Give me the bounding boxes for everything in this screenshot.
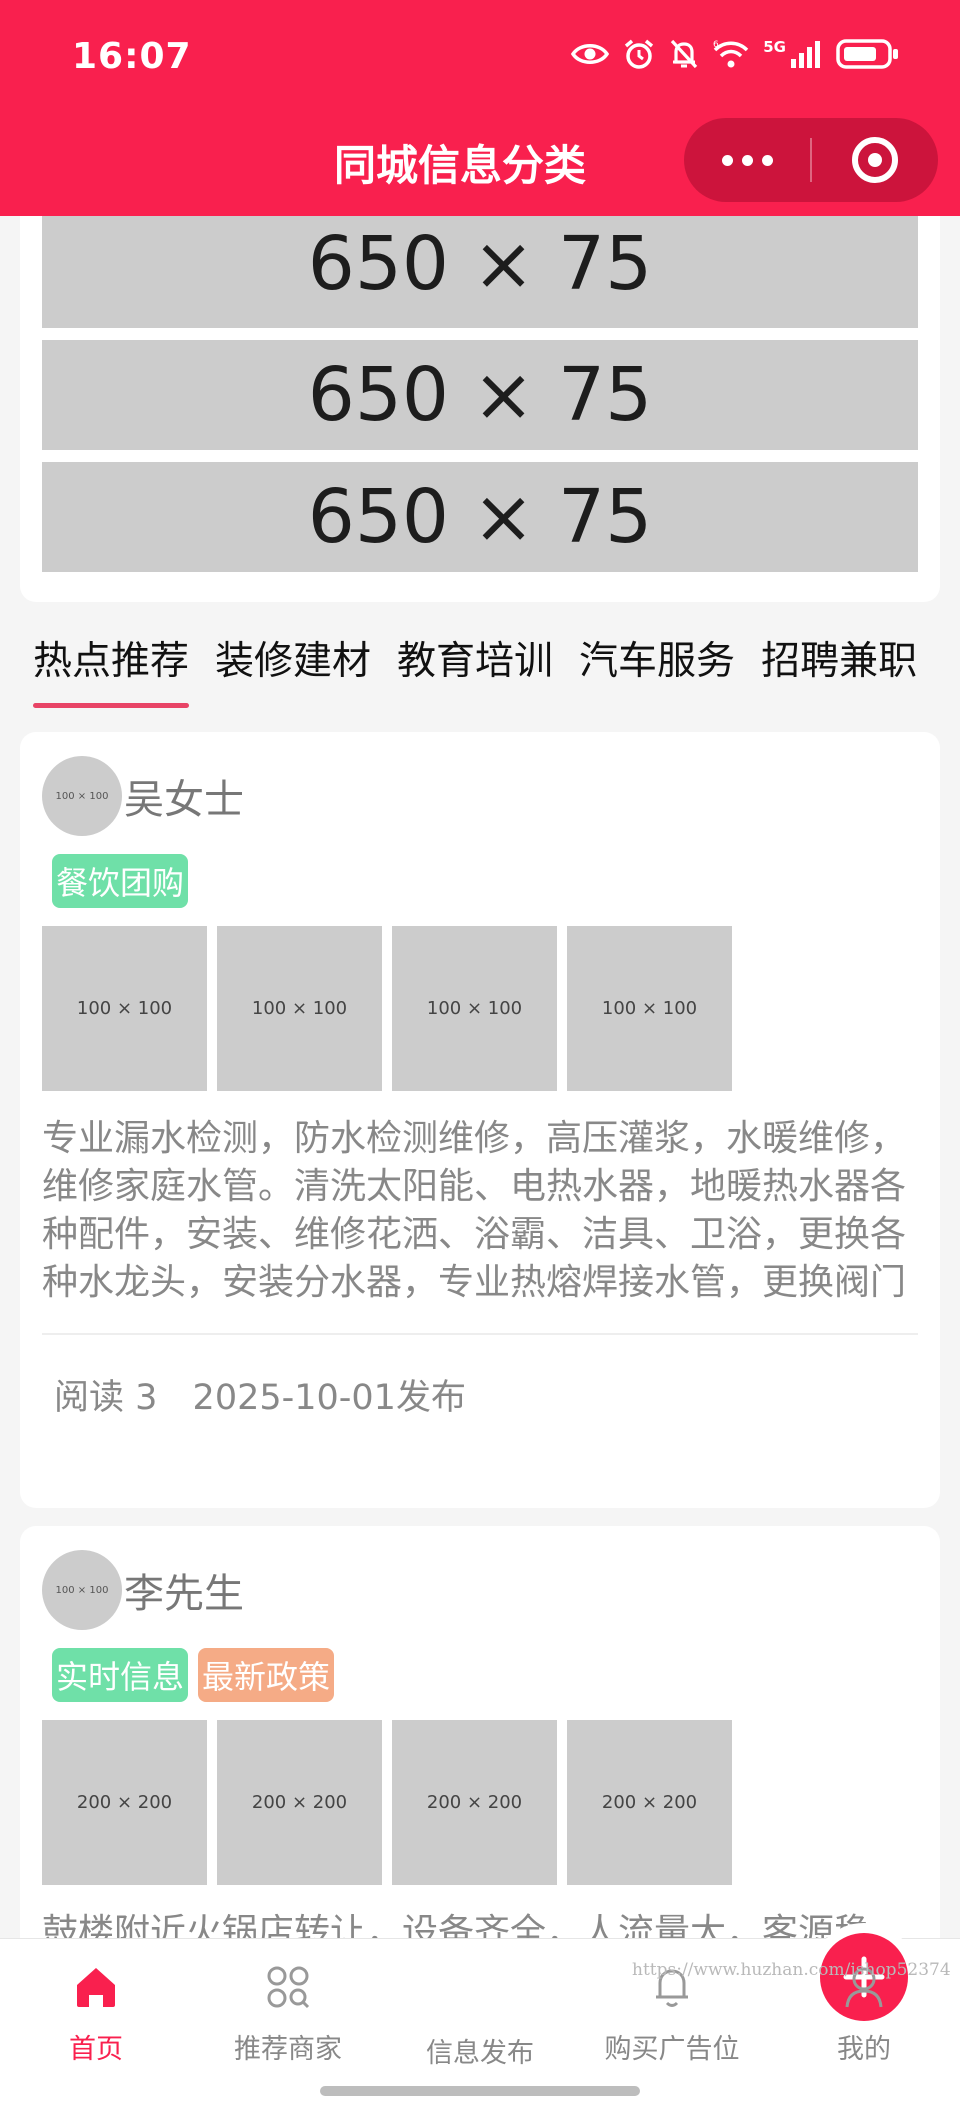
- author-name: 李先生: [124, 1571, 244, 1617]
- post-image[interactable]: 100 × 100: [567, 926, 732, 1091]
- grid-shop-icon: [267, 1966, 310, 2009]
- ad-banner[interactable]: 650 × 75: [42, 340, 918, 450]
- ad-banner[interactable]: 650 × 75: [42, 200, 918, 328]
- network-label: 5G: [763, 38, 786, 56]
- post-images: 100 × 100 100 × 100 100 × 100 100 × 100: [42, 926, 918, 1091]
- nav-label: 首页: [69, 2034, 123, 2065]
- post-author: 100 × 100 李先生: [42, 1550, 918, 1630]
- tab-auto-service[interactable]: 汽车服务: [566, 630, 748, 700]
- alarm-icon: [625, 39, 654, 69]
- ad-banner[interactable]: 650 × 75: [42, 462, 918, 572]
- read-count: 阅读 3: [54, 1378, 158, 1418]
- close-mini-program-button[interactable]: [812, 118, 938, 202]
- signal-icon: [791, 41, 820, 68]
- more-menu-button[interactable]: [684, 118, 810, 202]
- avatar[interactable]: 100 × 100: [42, 756, 122, 836]
- post-image[interactable]: 100 × 100: [392, 926, 557, 1091]
- wifi-icon: 6: [713, 40, 749, 68]
- tab-education[interactable]: 教育培训: [384, 630, 566, 700]
- post-image[interactable]: 200 × 200: [42, 1720, 207, 1885]
- mini-program-capsule: [684, 118, 938, 202]
- svg-text:6: 6: [713, 40, 719, 50]
- publish-date: 2025-10-01发布: [192, 1378, 466, 1418]
- nav-label: 推荐商家: [234, 2034, 342, 2065]
- post-images: 200 × 200 200 × 200 200 × 200 200 × 200: [42, 1720, 918, 1885]
- tab-decoration[interactable]: 装修建材: [202, 630, 384, 700]
- tab-jobs[interactable]: 招聘兼职: [748, 630, 930, 700]
- tab-hot[interactable]: 热点推荐: [20, 630, 202, 708]
- post-image[interactable]: 100 × 100: [217, 926, 382, 1091]
- post-image[interactable]: 200 × 200: [567, 1720, 732, 1885]
- post-image[interactable]: 100 × 100: [42, 926, 207, 1091]
- watermark-text: https://www.huzhan.com/ishop52374: [632, 1960, 951, 1980]
- nav-home[interactable]: 首页: [0, 1957, 192, 2066]
- nav-label: 购买广告位: [604, 2034, 740, 2065]
- more-dots-icon: [721, 154, 773, 166]
- nav-merchants[interactable]: 推荐商家: [192, 1957, 384, 2066]
- mute-bell-icon: [671, 39, 698, 69]
- ad-banner-card: 650 × 75 650 × 75 650 × 75: [20, 200, 940, 602]
- target-icon: [852, 137, 898, 183]
- category-tag[interactable]: 实时信息: [52, 1648, 189, 1702]
- post-meta: 阅读 3 2025-10-01发布: [42, 1333, 918, 1420]
- post-description: 专业漏水检测，防水检测维修，高压灌浆，水暖维修，维修家庭水管。清洗太阳能、电热水…: [42, 1118, 907, 1303]
- home-icon: [77, 1968, 115, 2007]
- author-name: 吴女士: [124, 777, 244, 823]
- post-card[interactable]: 100 × 100 吴女士 餐饮团购 100 × 100 100 × 100 1…: [20, 732, 940, 1508]
- category-tag[interactable]: 最新政策: [198, 1648, 335, 1702]
- category-tabs: 热点推荐 装修建材 教育培训 汽车服务 招聘兼职: [20, 620, 940, 710]
- post-tags: 实时信息 最新政策: [52, 1648, 918, 1702]
- status-time: 16:07: [72, 36, 192, 77]
- battery-icon: [836, 39, 898, 69]
- category-tag[interactable]: 餐饮团购: [52, 854, 189, 908]
- eye-icon: [571, 44, 610, 64]
- home-indicator[interactable]: [320, 2086, 640, 2096]
- post-author: 100 × 100 吴女士: [42, 756, 918, 836]
- post-tags: 餐饮团购: [52, 854, 918, 908]
- nav-publish[interactable]: 信息发布: [384, 1933, 908, 2070]
- status-icons: 6 5G: [571, 38, 900, 70]
- post-image[interactable]: 200 × 200: [217, 1720, 382, 1885]
- avatar[interactable]: 100 × 100: [42, 1550, 122, 1630]
- nav-label: 信息发布: [426, 2038, 534, 2069]
- nav-label: 我的: [837, 2034, 891, 2065]
- app-header: 16:07 6 5G 同城信息分类: [0, 0, 960, 216]
- post-image[interactable]: 200 × 200: [392, 1720, 557, 1885]
